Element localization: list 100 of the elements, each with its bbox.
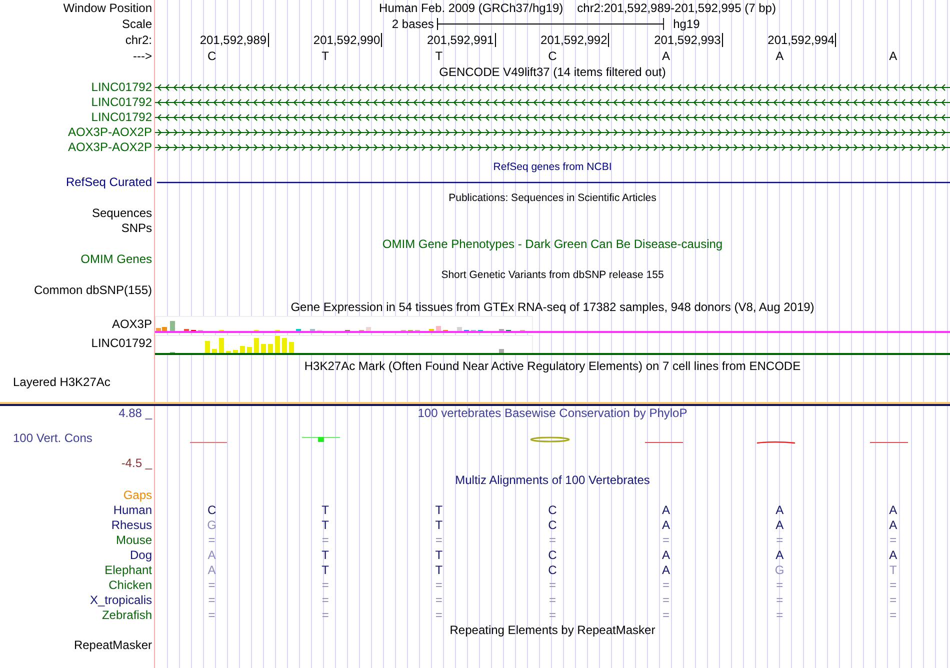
gene-feature[interactable] [155, 129, 950, 136]
track-label[interactable]: Common dbSNP(155) [34, 283, 152, 298]
gene-feature[interactable] [155, 84, 950, 91]
aligned-base: A [208, 548, 216, 562]
track-label[interactable]: RefSeq Curated [66, 175, 152, 190]
track-title[interactable]: 100 vertebrates Basewise Conservation by PhyloP [418, 406, 688, 420]
scale-span-label: 2 bases [392, 17, 434, 31]
aligned-base: = [322, 578, 329, 592]
species-label[interactable]: Dog [130, 548, 152, 562]
gene-feature[interactable] [155, 99, 950, 106]
aligned-base: T [435, 548, 443, 562]
gene-label[interactable]: LINC01792 [91, 80, 152, 95]
strand-label: ---> [133, 48, 152, 64]
aligned-base: A [889, 548, 898, 562]
coordinate-label: 201,592,990 [313, 33, 382, 47]
species-label[interactable]: Elephant [104, 562, 152, 578]
aligned-base: T [435, 502, 443, 516]
track-label[interactable]: Sequences [92, 206, 152, 221]
aligned-base: C [207, 502, 216, 516]
aligned-base: T [889, 562, 897, 576]
aligned-base: T [322, 562, 330, 576]
base-letter: C [207, 49, 216, 63]
position-text: chr2:201,592,989-201,592,995 (7 bp) [577, 0, 776, 16]
aligned-base: = [322, 592, 329, 606]
track-title[interactable]: OMIM Gene Phenotypes - Dark Green Can Be Disease-causing [382, 237, 723, 252]
aligned-base: = [776, 532, 784, 546]
aligned-base: A [662, 548, 670, 562]
aligned-base: = [548, 608, 556, 622]
gene-feature[interactable] [155, 144, 950, 151]
gene-feature[interactable] [155, 114, 950, 121]
aligned-base: = [322, 532, 329, 546]
aligned-base: = [548, 592, 556, 606]
row-label: chr2: [125, 32, 152, 48]
aligned-base: = [435, 578, 442, 592]
gene-label[interactable]: AOX3P-AOX2P [68, 140, 152, 155]
aligned-base: = [435, 592, 442, 606]
aligned-base: A [662, 518, 670, 532]
assembly-title: Human Feb. 2009 (GRCh37/hg19) [379, 0, 564, 16]
coordinate-label: 201,592,992 [540, 33, 610, 47]
aligned-base: = [776, 578, 784, 592]
track-title[interactable]: RefSeq genes from NCBI [493, 160, 612, 175]
species-label[interactable]: X_tropicalis [90, 592, 152, 608]
aligned-base: C [548, 562, 557, 576]
aligned-base: C [548, 518, 557, 532]
aligned-base: A [776, 518, 784, 532]
track-label[interactable]: OMIM Genes [80, 252, 152, 267]
aligned-base: = [208, 608, 216, 622]
axis-min-label: -4.5 _ [120, 456, 154, 470]
aligned-base: = [776, 592, 784, 606]
aligned-base: = [662, 592, 670, 606]
track-label[interactable]: Layered H3K27Ac [13, 375, 110, 389]
gene-label[interactable]: AOX3P-AOX2P [68, 125, 152, 140]
track-label[interactable]: AOX3P [112, 317, 152, 332]
aligned-base: = [548, 578, 556, 592]
track-label[interactable]: LINC01792 [91, 336, 152, 351]
track-title[interactable]: Publications: Sequences in Scientific Articles [448, 191, 656, 206]
aligned-base: T [322, 548, 330, 562]
track-title[interactable]: Short Genetic Variants from dbSNP release 155 [441, 268, 664, 283]
aligned-base: A [208, 562, 216, 576]
assembly-label: hg19 [673, 16, 700, 32]
aligned-base: = [776, 608, 784, 622]
row-label: Scale [122, 16, 152, 32]
aligned-base: C [548, 502, 557, 516]
aligned-base: = [662, 578, 670, 592]
track-title[interactable]: Gene Expression in 54 tissues from GTEx RNA-seq of 17382 samples, 948 donors (V8, Aug 2019) [290, 300, 814, 315]
aligned-base: C [548, 548, 557, 562]
track-title[interactable]: GENCODE V49lift37 (14 items filtered out) [439, 65, 666, 80]
species-label[interactable]: Human [113, 502, 152, 518]
aligned-base: = [208, 578, 216, 592]
coordinate-label: 201,592,993 [654, 33, 723, 47]
gene-label[interactable]: LINC01792 [91, 95, 152, 110]
track-label[interactable]: RepeatMasker [74, 638, 152, 652]
aligned-base: A [889, 502, 898, 516]
aligned-base: = [890, 532, 897, 546]
species-label[interactable]: Zebrafish [102, 608, 152, 622]
aligned-base: = [548, 532, 556, 546]
aligned-base: A [776, 502, 784, 516]
species-label[interactable]: Mouse [116, 532, 152, 548]
aligned-base: = [662, 532, 670, 546]
species-label[interactable]: Rhesus [111, 518, 152, 532]
track-title[interactable]: Multiz Alignments of 100 Vertebrates [455, 472, 650, 488]
track-title[interactable]: Repeating Elements by RepeatMasker [450, 622, 656, 638]
track-label[interactable]: SNPs [121, 221, 152, 236]
track-label[interactable]: 100 Vert. Cons [0, 430, 155, 446]
aligned-base: = [435, 608, 442, 622]
base-letter: C [548, 49, 557, 63]
aligned-base: T [322, 518, 330, 532]
aligned-base: = [662, 608, 670, 622]
coordinate-label: 201,592,994 [768, 33, 836, 47]
gene-label[interactable]: LINC01792 [91, 110, 152, 125]
aligned-base: T [435, 562, 443, 576]
row-label: Window Position [63, 0, 152, 16]
base-letter: A [776, 49, 784, 63]
base-letter: T [435, 49, 443, 63]
aligned-base: = [435, 532, 442, 546]
aligned-base: = [208, 532, 216, 546]
species-label[interactable]: Chicken [108, 578, 152, 592]
aligned-base: = [890, 592, 897, 606]
track-title[interactable]: H3K27Ac Mark (Often Found Near Active Regulatory Elements) on 7 cell lines from ENCODE [304, 359, 801, 374]
aligned-base: A [889, 518, 898, 532]
